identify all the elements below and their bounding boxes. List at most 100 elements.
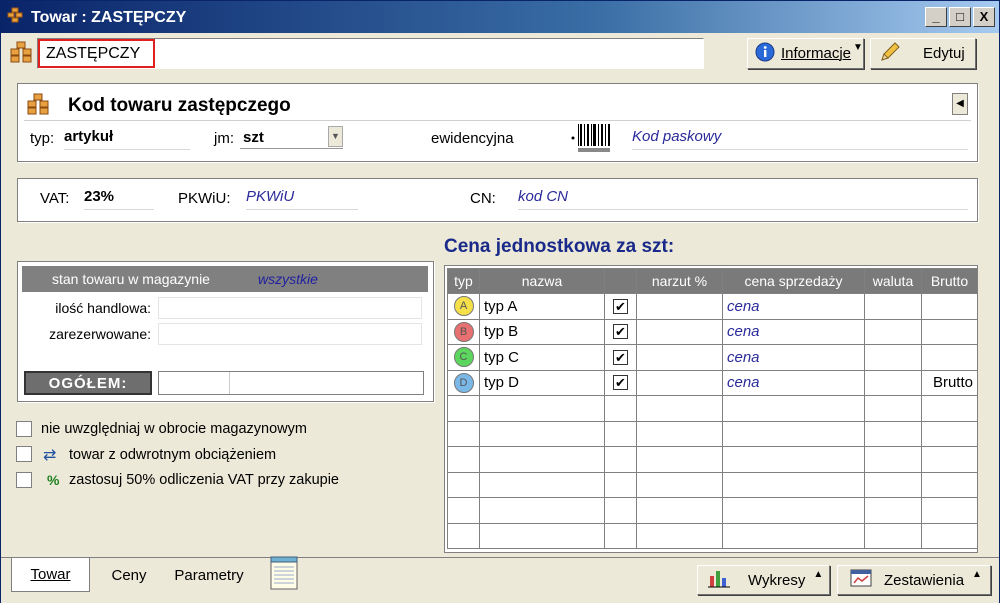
tab-ceny[interactable]: Ceny xyxy=(98,558,160,592)
empty-cell[interactable] xyxy=(604,497,637,524)
empty-cell[interactable] xyxy=(722,522,865,549)
col-cena[interactable]: cena sprzedaży xyxy=(722,268,865,294)
empty-cell[interactable] xyxy=(636,446,723,473)
empty-cell[interactable] xyxy=(447,446,480,473)
price-markup[interactable] xyxy=(636,293,723,320)
vat-field[interactable]: 23% xyxy=(84,188,154,210)
table-row[interactable]: Dtyp D ✔ cena Brutto xyxy=(447,369,978,396)
price-currency[interactable] xyxy=(864,344,922,371)
empty-cell[interactable] xyxy=(447,471,480,498)
pkwiu-field[interactable]: PKWiU xyxy=(246,188,358,210)
empty-cell[interactable] xyxy=(636,420,723,447)
empty-cell[interactable] xyxy=(722,497,865,524)
vat-deduction-checkbox[interactable] xyxy=(16,472,32,488)
minimize-button[interactable]: _ xyxy=(925,7,947,27)
reserved-field[interactable] xyxy=(158,323,422,345)
col-typ[interactable]: typ xyxy=(447,268,480,294)
empty-cell[interactable] xyxy=(864,471,922,498)
price-value[interactable]: cena xyxy=(722,293,865,320)
empty-cell[interactable] xyxy=(722,471,865,498)
empty-cell[interactable] xyxy=(722,420,865,447)
price-markup[interactable] xyxy=(636,318,723,345)
price-value[interactable]: cena xyxy=(722,318,865,345)
price-value[interactable]: cena xyxy=(722,344,865,371)
exclude-stock-checkbox[interactable] xyxy=(16,421,32,437)
info-button[interactable]: Informacje ▼ xyxy=(747,38,864,69)
empty-cell[interactable] xyxy=(604,446,637,473)
empty-cell[interactable] xyxy=(864,497,922,524)
col-narzut[interactable]: narzut % xyxy=(636,268,723,294)
table-row[interactable] xyxy=(447,522,978,549)
table-row[interactable] xyxy=(447,420,978,447)
price-value[interactable]: cena xyxy=(722,369,865,396)
empty-cell[interactable] xyxy=(722,395,865,422)
table-row[interactable]: Atyp A ✔ cena xyxy=(447,293,978,320)
tab-notes[interactable] xyxy=(267,556,301,592)
price-currency[interactable] xyxy=(864,369,922,396)
edit-button[interactable]: Edytuj xyxy=(870,38,976,69)
empty-cell[interactable] xyxy=(921,420,978,447)
jm-dropdown-button[interactable]: ▼ xyxy=(328,126,343,147)
empty-cell[interactable] xyxy=(636,522,723,549)
empty-cell[interactable] xyxy=(604,471,637,498)
price-currency[interactable] xyxy=(864,318,922,345)
empty-cell[interactable] xyxy=(479,395,605,422)
empty-cell[interactable] xyxy=(479,522,605,549)
price-active-checkbox[interactable]: ✔ xyxy=(613,349,628,365)
table-row[interactable] xyxy=(447,471,978,498)
empty-cell[interactable] xyxy=(921,471,978,498)
price-active-checkbox[interactable]: ✔ xyxy=(613,324,628,340)
empty-cell[interactable] xyxy=(864,522,922,549)
empty-cell[interactable] xyxy=(921,395,978,422)
empty-cell[interactable] xyxy=(604,420,637,447)
empty-cell[interactable] xyxy=(479,420,605,447)
empty-cell[interactable] xyxy=(636,471,723,498)
price-active-checkbox[interactable]: ✔ xyxy=(613,298,628,314)
close-button[interactable]: X xyxy=(973,7,995,27)
empty-cell[interactable] xyxy=(447,497,480,524)
empty-cell[interactable] xyxy=(921,446,978,473)
maximize-button[interactable]: □ xyxy=(949,7,971,27)
col-nazwa[interactable]: nazwa xyxy=(479,268,605,294)
empty-cell[interactable] xyxy=(722,446,865,473)
barcode-field[interactable]: Kod paskowy xyxy=(632,128,968,150)
col-check[interactable] xyxy=(604,268,637,294)
empty-cell[interactable] xyxy=(921,497,978,524)
price-currency[interactable] xyxy=(864,293,922,320)
empty-cell[interactable] xyxy=(864,446,922,473)
typ-field[interactable]: artykuł xyxy=(64,128,190,150)
empty-cell[interactable] xyxy=(604,395,637,422)
title-bar[interactable]: Towar : ZASTĘPCZY _ □ X xyxy=(1,1,999,33)
tab-parametry[interactable]: Parametry xyxy=(166,558,252,592)
table-row[interactable] xyxy=(447,395,978,422)
qty-field[interactable] xyxy=(158,297,422,319)
table-row[interactable] xyxy=(447,446,978,473)
price-active-checkbox[interactable]: ✔ xyxy=(613,375,628,391)
empty-cell[interactable] xyxy=(479,446,605,473)
empty-cell[interactable] xyxy=(636,395,723,422)
price-markup[interactable] xyxy=(636,344,723,371)
cn-field[interactable]: kod CN xyxy=(518,188,968,210)
empty-cell[interactable] xyxy=(921,522,978,549)
tab-towar[interactable]: Towar xyxy=(11,558,90,592)
table-row[interactable]: Ctyp C ✔ cena xyxy=(447,344,978,371)
empty-cell[interactable] xyxy=(447,395,480,422)
table-row[interactable]: Btyp B ✔ cena xyxy=(447,318,978,345)
col-waluta[interactable]: waluta xyxy=(864,268,922,294)
empty-cell[interactable] xyxy=(864,395,922,422)
collapse-button[interactable]: ◀ xyxy=(952,93,968,115)
reverse-charge-checkbox[interactable] xyxy=(16,446,32,462)
empty-cell[interactable] xyxy=(447,420,480,447)
empty-cell[interactable] xyxy=(864,420,922,447)
empty-cell[interactable] xyxy=(636,497,723,524)
empty-cell[interactable] xyxy=(447,522,480,549)
reports-button[interactable]: Zestawienia ▲ xyxy=(837,565,991,595)
col-brutto[interactable]: Brutto xyxy=(921,268,978,294)
empty-cell[interactable] xyxy=(604,522,637,549)
empty-cell[interactable] xyxy=(479,497,605,524)
name-field[interactable]: ZASTĘPCZY xyxy=(37,38,704,69)
price-markup[interactable] xyxy=(636,369,723,396)
table-row[interactable] xyxy=(447,497,978,524)
stock-filter[interactable]: wszystkie xyxy=(258,271,318,287)
charts-button[interactable]: Wykresy ▲ xyxy=(697,565,830,595)
